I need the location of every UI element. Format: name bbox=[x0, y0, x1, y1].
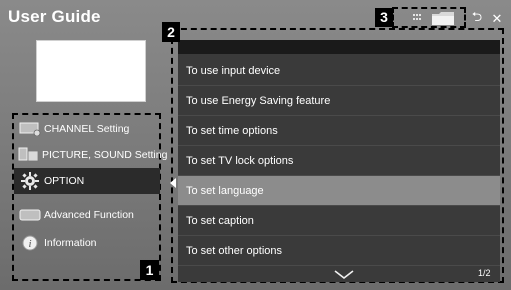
list-item-label: To set language bbox=[186, 184, 264, 197]
list-item-label: To set caption bbox=[186, 214, 254, 227]
sidebar-item-label: CHANNEL Setting bbox=[44, 123, 130, 135]
svg-text:i: i bbox=[28, 238, 31, 250]
sidebar-item-option[interactable]: OPTION bbox=[14, 168, 160, 194]
advanced-function-icon bbox=[18, 205, 42, 225]
sidebar-item-picture-sound-setting[interactable]: PICTURE, SOUND Setting bbox=[14, 142, 167, 168]
sidebar-item-label: Information bbox=[44, 237, 97, 249]
list-item[interactable]: To set TV lock options bbox=[178, 146, 500, 176]
list-header-bar bbox=[178, 40, 500, 54]
list-item[interactable]: To use input device bbox=[178, 56, 500, 86]
channel-icon bbox=[18, 119, 42, 139]
list-item-label: To use input device bbox=[186, 64, 281, 77]
sidebar-item-label: OPTION bbox=[44, 175, 85, 187]
picture-sound-icon bbox=[18, 145, 40, 165]
list-item-label: To set time options bbox=[186, 124, 278, 137]
scroll-down-icon[interactable] bbox=[333, 268, 355, 280]
list-item[interactable]: To use Energy Saving feature bbox=[178, 86, 500, 116]
sidebar-item-advanced-function[interactable]: Advanced Function bbox=[14, 202, 160, 228]
list-item-label: To set TV lock options bbox=[186, 154, 294, 167]
list-item[interactable]: To set caption bbox=[178, 206, 500, 236]
folder-icon[interactable] bbox=[432, 12, 454, 25]
list-item[interactable]: To set other options bbox=[178, 236, 500, 266]
sidebar-item-information[interactable]: i Information bbox=[14, 230, 160, 256]
callout-1: 1 bbox=[140, 260, 159, 280]
grid-icon[interactable] bbox=[410, 12, 428, 25]
sidebar-item-label: PICTURE, SOUND Setting bbox=[42, 149, 168, 161]
list-item-label: To set other options bbox=[186, 244, 283, 257]
selection-pointer-icon bbox=[170, 178, 176, 188]
close-icon[interactable]: ✕ bbox=[490, 11, 504, 26]
gear-icon bbox=[18, 171, 42, 191]
page-indicator: 1/2 bbox=[478, 268, 491, 278]
guide-topic-list: To use input device To use Energy Saving… bbox=[178, 40, 500, 282]
callout-3: 3 bbox=[375, 8, 393, 27]
sidebar-item-label: Advanced Function bbox=[44, 209, 134, 221]
back-icon[interactable]: ⮌ bbox=[470, 9, 484, 25]
info-icon: i bbox=[18, 233, 42, 253]
sidebar-item-channel-setting[interactable]: CHANNEL Setting bbox=[14, 116, 160, 142]
toolbar-callout-frame bbox=[392, 7, 466, 28]
list-item-label: To use Energy Saving feature bbox=[186, 94, 331, 107]
list-item[interactable]: To set time options bbox=[178, 116, 500, 146]
page-title: User Guide bbox=[8, 7, 101, 26]
guide-thumbnail bbox=[36, 40, 146, 102]
user-guide-screen: User Guide 3 ⮌ ✕ CHANNEL Setting PICTURE… bbox=[0, 0, 511, 290]
list-item-selected[interactable]: To set language bbox=[178, 176, 500, 206]
callout-2: 2 bbox=[162, 22, 180, 42]
